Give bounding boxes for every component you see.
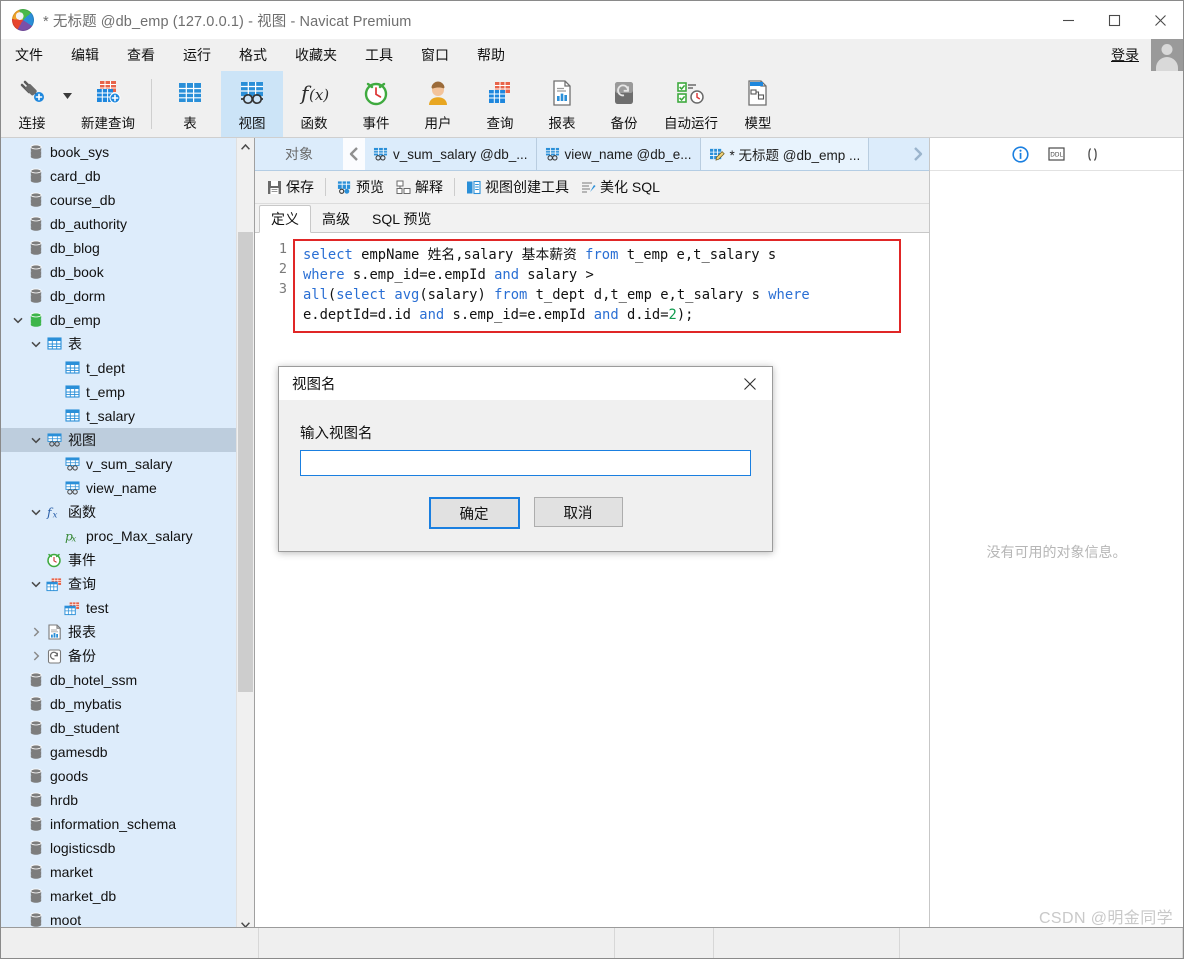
cancel-button[interactable]: 取消	[533, 497, 623, 527]
dialog-buttons: 确定 取消	[279, 476, 772, 551]
dialog-title: 视图名	[292, 377, 336, 393]
view-name-label: 输入视图名	[300, 426, 373, 442]
dialog-body: 输入视图名	[279, 400, 772, 476]
ok-button[interactable]: 确定	[428, 497, 520, 529]
view-name-dialog: 视图名 输入视图名 确定 取消	[278, 366, 773, 552]
dialog-title-bar: 视图名	[279, 367, 772, 400]
close-icon[interactable]	[728, 367, 772, 400]
navicat-window: * 无标题 @db_emp (127.0.0.1) - 视图 - Navicat…	[0, 0, 1184, 959]
view-name-input[interactable]	[300, 450, 751, 476]
modal-overlay: 视图名 输入视图名 确定 取消	[1, 1, 1183, 958]
